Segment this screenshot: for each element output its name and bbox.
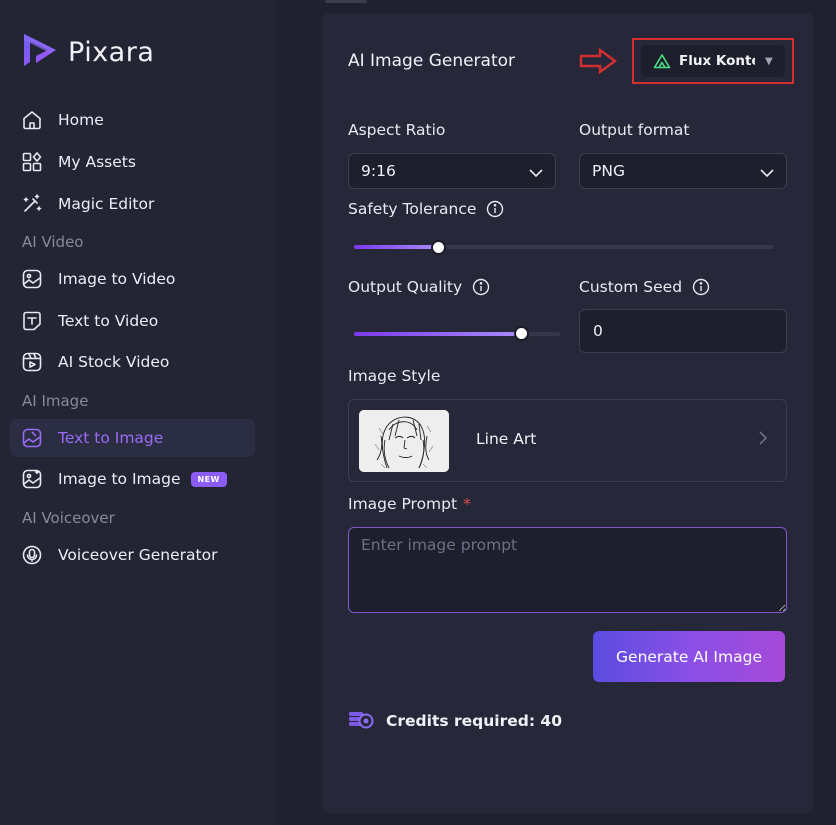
output-format-label: Output format (579, 121, 690, 139)
sidebar-item-label: Image to Image (58, 470, 181, 488)
sidebar-item-label: Text to Image (58, 429, 164, 447)
output-format-select[interactable]: PNG (579, 153, 787, 189)
required-marker: * (463, 495, 471, 513)
text-image-icon (20, 426, 44, 450)
safety-tolerance-row: Safety Tolerance (348, 200, 504, 218)
assets-grid-icon (20, 150, 44, 174)
safety-tolerance-thumb[interactable] (431, 240, 446, 255)
voiceover-icon (20, 543, 44, 567)
sidebar-item-ai-stock-video[interactable]: AI Stock Video (10, 343, 255, 381)
text-video-icon (20, 309, 44, 333)
image-prompt-input[interactable] (348, 527, 787, 613)
generator-panel: AI Image Generator Flux Kontext ▼ Aspect… (322, 13, 813, 813)
sidebar-item-text-to-video[interactable]: Text to Video (10, 302, 255, 340)
section-label-ai-image: AI Image (22, 392, 89, 410)
info-icon[interactable] (486, 200, 504, 218)
safety-tolerance-label: Safety Tolerance (348, 200, 477, 218)
safety-tolerance-fill (354, 245, 438, 249)
sidebar-item-label: Text to Video (58, 312, 159, 330)
credits-row: Credits required: 40 (348, 709, 562, 733)
image-image-icon (20, 467, 44, 491)
output-quality-fill (354, 332, 521, 336)
magic-wand-icon (20, 192, 44, 216)
sidebar-item-magic-editor[interactable]: Magic Editor (10, 185, 255, 223)
panel-title: AI Image Generator (348, 51, 516, 71)
arrow-right-icon (578, 47, 618, 79)
output-quality-label: Output Quality (348, 278, 463, 296)
stock-video-icon (20, 350, 44, 374)
image-prompt-label: Image Prompt (348, 495, 458, 513)
sidebar-item-label: Image to Video (58, 270, 176, 288)
sidebar-item-voiceover-generator[interactable]: Voiceover Generator (10, 536, 255, 574)
generate-ai-image-button[interactable]: Generate AI Image (593, 631, 785, 682)
custom-seed-value: 0 (593, 322, 603, 340)
sidebar: Pixara Home My Assets Magic Editor AI Vi… (0, 0, 276, 825)
scroll-stub (325, 0, 367, 3)
sidebar-item-image-to-video[interactable]: Image to Video (10, 260, 255, 298)
image-video-icon (20, 267, 44, 291)
image-prompt-label-row: Image Prompt * (348, 495, 471, 513)
section-label-ai-voiceover: AI Voiceover (22, 509, 115, 527)
chevron-down-icon (529, 162, 543, 181)
sidebar-item-home[interactable]: Home (10, 101, 255, 139)
output-quality-thumb[interactable] (513, 326, 529, 341)
custom-seed-input[interactable]: 0 (579, 309, 787, 353)
info-icon[interactable] (692, 278, 710, 296)
sidebar-item-label: My Assets (58, 153, 136, 171)
info-icon[interactable] (472, 278, 490, 296)
output-quality-row: Output Quality (348, 278, 490, 296)
sidebar-item-label: Voiceover Generator (58, 546, 218, 564)
aspect-ratio-select[interactable]: 9:16 (348, 153, 556, 189)
aspect-ratio-value: 9:16 (361, 162, 396, 180)
image-style-value: Line Art (476, 430, 537, 448)
brand[interactable]: Pixara (18, 30, 154, 74)
sidebar-item-label: Magic Editor (58, 195, 155, 213)
credits-coins-icon (348, 709, 374, 733)
sidebar-item-label: Home (58, 111, 104, 129)
brand-name: Pixara (68, 36, 155, 68)
home-icon (20, 108, 44, 132)
line-art-thumbnail (359, 410, 449, 472)
section-label-ai-video: AI Video (22, 233, 84, 251)
chevron-right-icon (758, 430, 768, 450)
sidebar-item-text-to-image[interactable]: Text to Image (10, 419, 255, 457)
model-select-button[interactable]: Flux Kontext ▼ (641, 45, 785, 77)
custom-seed-row: Custom Seed (579, 278, 710, 296)
model-select-label: Flux Kontext (679, 53, 755, 69)
output-format-value: PNG (592, 162, 625, 180)
custom-seed-label: Custom Seed (579, 278, 683, 296)
sidebar-item-my-assets[interactable]: My Assets (10, 143, 255, 181)
pixara-logo-icon (18, 28, 58, 76)
aspect-ratio-label: Aspect Ratio (348, 121, 446, 139)
image-style-label: Image Style (348, 367, 441, 385)
image-style-card[interactable]: Line Art (348, 399, 787, 482)
chevron-down-icon (760, 162, 774, 181)
chevron-down-icon: ▼ (765, 55, 773, 67)
sidebar-item-label: AI Stock Video (58, 353, 170, 371)
sidebar-item-image-to-image[interactable]: Image to Image NEW (10, 460, 255, 498)
flux-triangle-icon (653, 53, 671, 69)
credits-required-text: Credits required: 40 (386, 712, 562, 730)
new-badge: NEW (190, 471, 227, 487)
